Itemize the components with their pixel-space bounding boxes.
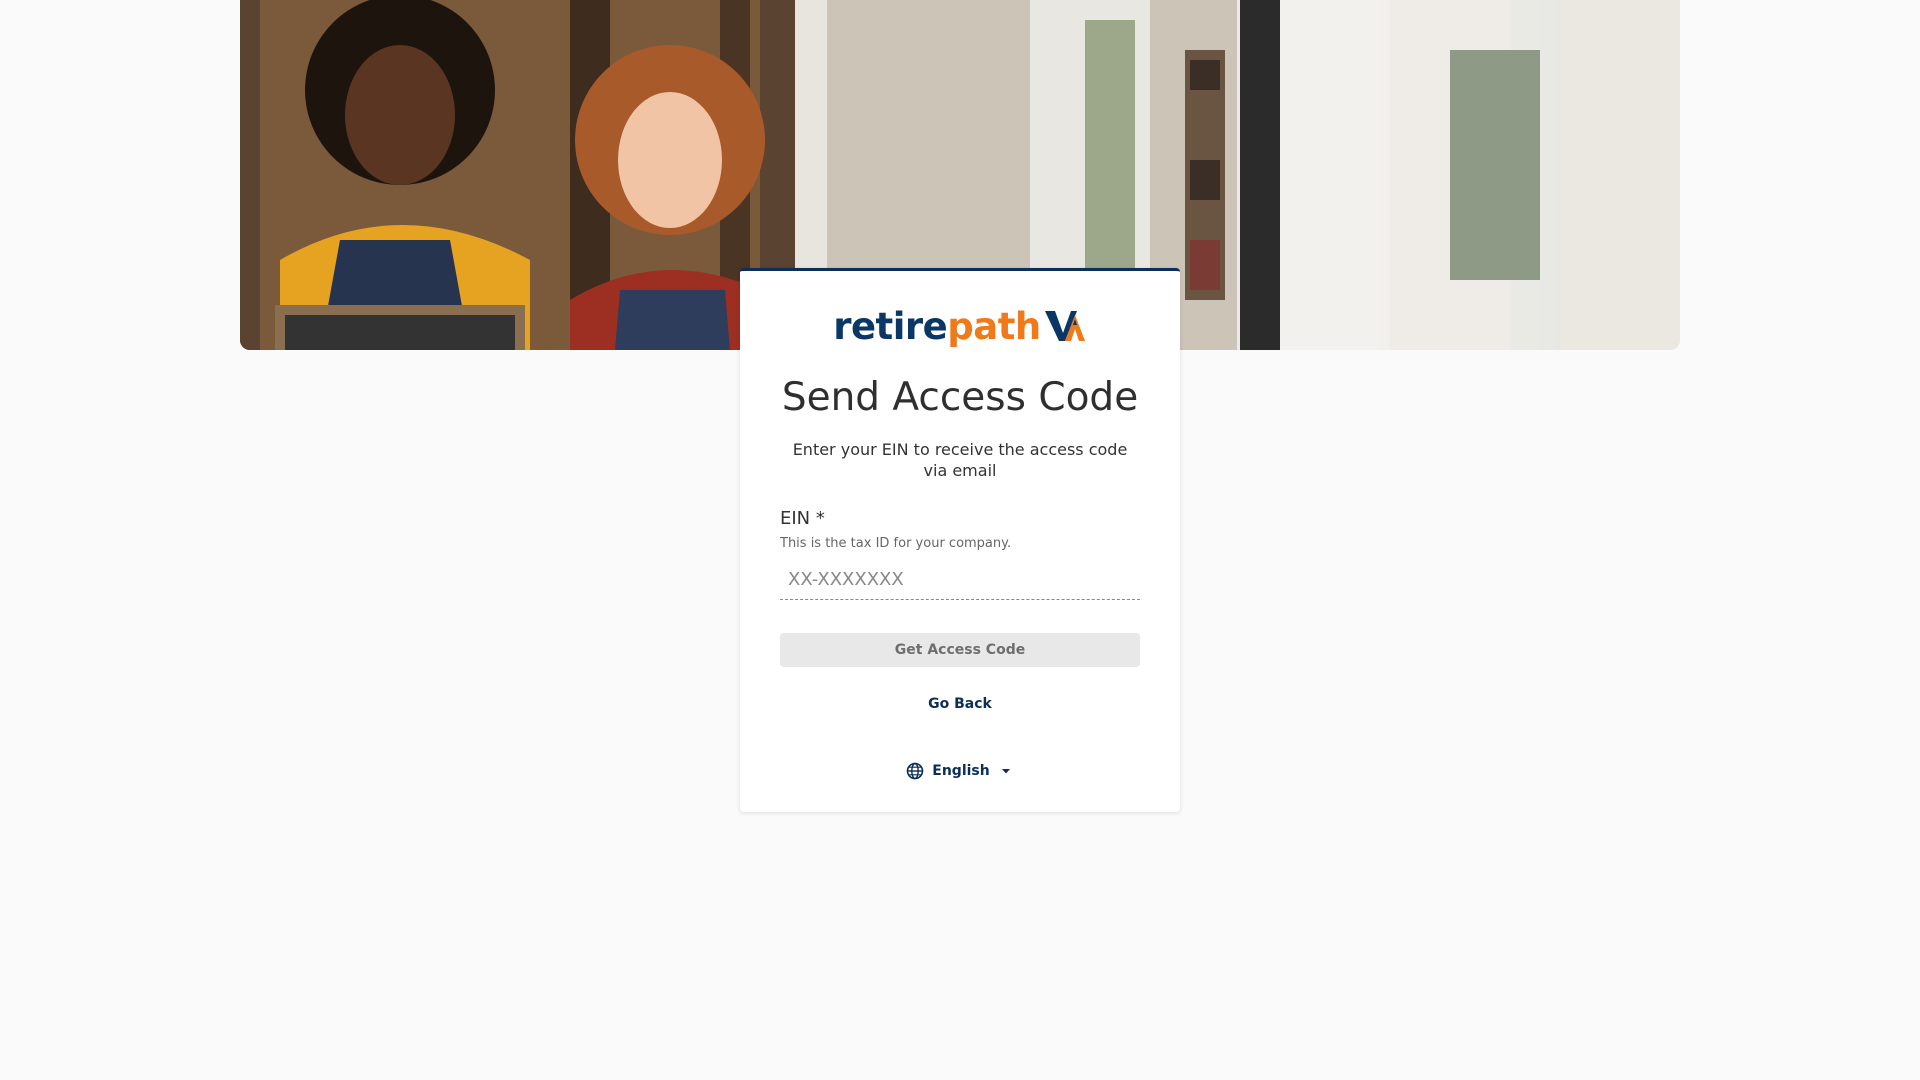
get-access-code-button[interactable]: Get Access Code [780,633,1140,667]
logo-text-part1: retire [833,305,948,348]
go-back-link[interactable]: Go Back [740,696,1180,712]
globe-icon [906,762,924,780]
page-subtitle: Enter your EIN to receive the access cod… [792,440,1128,480]
retirepath-logo: retirepath [740,305,1180,349]
language-selector[interactable]: English [740,762,1180,780]
ein-input[interactable] [780,560,1140,600]
language-label: English [932,763,990,779]
ein-label: EIN * [780,508,825,529]
caret-down-icon [1001,769,1010,774]
access-code-card: retirepath Send Access Code Enter your E… [740,268,1180,812]
logo-mark-icon [1044,311,1085,341]
page-title: Send Access Code [781,375,1139,420]
logo-text-part2: path [947,305,1041,348]
ein-hint: This is the tax ID for your company. [780,536,1012,551]
